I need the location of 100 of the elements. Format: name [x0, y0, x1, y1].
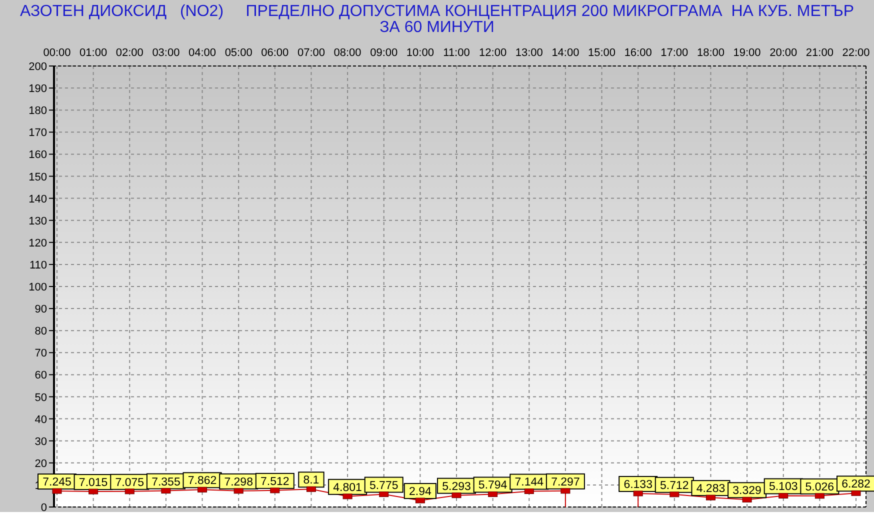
data-label: 8.1: [298, 472, 324, 488]
data-label: 4.801: [328, 478, 368, 495]
data-point: [524, 488, 534, 494]
x-tick-label: 11:00: [443, 47, 470, 59]
data-label: 7.298: [224, 476, 253, 488]
data-point: [415, 498, 425, 504]
y-tick-label: 80: [34, 326, 47, 338]
data-label: 5.794: [478, 480, 508, 492]
y-tick-label: 160: [28, 149, 47, 162]
data-label: 5.293: [437, 478, 476, 494]
data-point: [778, 493, 788, 498]
data-label: 7.862: [182, 472, 222, 488]
y-tick-label: 60: [34, 370, 47, 382]
data-label: 6.133: [618, 476, 658, 492]
x-tick-label: 03:00: [152, 47, 180, 59]
data-label: 6.282: [842, 478, 870, 491]
data-label: 5.026: [800, 478, 840, 494]
data-label: 5.775: [364, 476, 404, 493]
x-tick-label: 01:00: [80, 47, 108, 59]
data-point: [161, 488, 171, 494]
x-tick-label: 17:00: [660, 47, 688, 59]
x-tick-label: 10:00: [406, 47, 434, 59]
x-tick-label: 08:00: [334, 47, 362, 59]
y-tick-label: 30: [34, 436, 47, 448]
data-label: 7.355: [152, 476, 180, 488]
y-tick-label: 90: [34, 304, 47, 316]
data-label: 7.512: [255, 472, 294, 489]
data-point: [670, 492, 680, 498]
data-label: 7.075: [110, 474, 150, 490]
y-tick-label: 0: [40, 502, 47, 514]
x-tick-label: 09:00: [370, 47, 398, 59]
data-label: 6.133: [624, 478, 652, 491]
data-label: 7.862: [188, 475, 217, 488]
data-label: 7.297: [551, 476, 580, 488]
y-tick-label: 110: [29, 259, 47, 272]
data-label: 5.712: [654, 476, 694, 493]
y-tick-label: 140: [28, 193, 47, 206]
data-point: [814, 493, 824, 499]
data-point: [270, 488, 280, 494]
x-tick-label: 21:00: [806, 47, 834, 59]
x-tick-label: 15:00: [588, 47, 616, 59]
data-label: 7.245: [42, 476, 72, 489]
data-label: 7.015: [74, 474, 113, 490]
data-label: 4.801: [333, 482, 362, 494]
y-tick-label: 100: [28, 282, 47, 294]
data-label: 5.103: [768, 481, 798, 494]
data-label: 3.329: [732, 485, 762, 498]
x-tick-label: 02:00: [116, 47, 144, 59]
x-tick-label: 06:00: [261, 47, 289, 59]
data-label: 2.94: [404, 483, 436, 500]
data-point: [560, 488, 570, 494]
x-tick-label: 07:00: [297, 47, 325, 59]
data-point: [851, 490, 861, 496]
y-tick-label: 120: [28, 237, 47, 250]
data-label: 7.355: [146, 473, 186, 490]
x-tick-label: 00:00: [43, 47, 71, 59]
x-tick-label: 13:00: [515, 47, 543, 59]
x-tick-label: 04:00: [188, 47, 216, 59]
y-tick-label: 150: [28, 171, 47, 184]
y-tick-label: 190: [28, 83, 47, 96]
data-label: 6.282: [836, 476, 874, 492]
data-label: 7.298: [219, 473, 258, 490]
x-tick-label: 19:00: [733, 47, 761, 59]
data-label: 4.283: [691, 480, 730, 496]
data-label: 5.103: [764, 478, 803, 494]
chart-title: АЗОТЕН ДИОКСИД (NO2) ПРЕДЕЛНО ДОПУСТИМА КОНЦЕНТРАЦИЯ 200 МИКРОГРАМА НА КУБ. МЕТЪР ЗА 60 МИНУТИ: [18, 2, 856, 38]
x-tick-label: 22:00: [842, 47, 870, 59]
data-point: [88, 488, 98, 494]
x-tick-label: 16:00: [624, 47, 652, 59]
data-point: [379, 492, 389, 498]
data-point: [633, 490, 643, 496]
data-label: 7.297: [546, 473, 585, 490]
y-tick-label: 200: [28, 61, 47, 73]
data-label: 7.245: [38, 474, 76, 490]
x-tick-label: 14:00: [552, 47, 580, 59]
data-label: 7.144: [514, 476, 544, 489]
data-label: 3.329: [728, 482, 767, 498]
data-label: 2.94: [408, 486, 432, 498]
x-tick-label: 12:00: [479, 47, 507, 59]
data-point: [234, 488, 244, 494]
data-point: [52, 488, 62, 494]
y-tick-label: 70: [34, 348, 47, 360]
data-label: 8.1: [303, 474, 320, 487]
data-label: 7.144: [510, 474, 549, 490]
data-label: 7.075: [115, 476, 144, 489]
data-point: [742, 496, 752, 502]
y-tick-label: 20: [34, 458, 47, 470]
data-label: 5.293: [442, 480, 471, 493]
data-point: [124, 488, 134, 494]
y-tick-label: 40: [34, 414, 47, 426]
data-point: [452, 492, 462, 498]
data-label: 7.512: [260, 476, 290, 488]
data-label: 5.775: [369, 480, 398, 492]
data-point: [198, 486, 208, 492]
data-label: 7.015: [78, 477, 108, 490]
x-tick-label: 05:00: [224, 47, 252, 59]
data-point: [706, 494, 716, 500]
data-label: 5.794: [473, 476, 512, 493]
data-label: 5.026: [805, 481, 834, 494]
x-tick-label: 20:00: [770, 47, 798, 59]
